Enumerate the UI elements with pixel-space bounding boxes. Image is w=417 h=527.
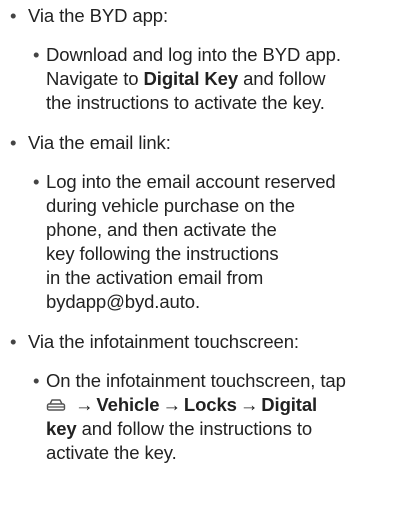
arrow-icon: → [75,394,94,415]
instruction-text: Navigate to [46,68,144,89]
menu-path-digital: Digital [261,394,318,415]
bullet: • [10,132,17,153]
instruction-line: in the activation email from [46,267,264,288]
instruction-line: Download and log into the BYD app. [46,44,341,65]
instruction-line: → Vehicle → Locks → Digital [46,393,417,417]
method-title: Via the email link: [28,132,171,153]
method-byd-app-instructions: • Download and log into the BYD app. Nav… [0,43,417,115]
menu-path-locks: Locks [183,394,237,415]
arrow-icon: → [239,394,259,415]
menu-path-vehicle: Vehicle [96,394,160,415]
menu-path-key: key [46,418,77,439]
bullet: • [33,44,40,65]
digital-key-label: Digital Key [143,68,239,89]
method-title: Via the BYD app: [28,5,168,26]
instruction-line: phone, and then activate the [46,219,277,240]
instruction-line: key and follow the instructions to [46,417,417,441]
instruction-line: Log into the email account reserved [46,171,336,192]
method-byd-app: • Via the BYD app: [0,4,417,28]
instruction-line: activate the key. [46,442,177,463]
instruction-line: during vehicle purchase on the [46,195,295,216]
bullet: • [10,5,17,26]
bullet: • [33,370,40,391]
instruction-text: and follow [238,68,326,89]
instruction-line: the instructions to activate the key. [46,92,325,113]
bullet: • [10,331,17,352]
document: • Via the BYD app: • Download and log in… [0,0,417,527]
method-infotainment: • Via the infotainment touchscreen: [0,330,417,354]
method-email-link: • Via the email link: [0,131,417,155]
instruction-line: On the infotainment touchscreen, tap [46,370,346,391]
method-email-link-instructions: • Log into the email account reserved du… [0,170,417,314]
method-infotainment-instructions: • On the infotainment touchscreen, tap →… [0,369,417,465]
method-title: Via the infotainment touchscreen: [28,331,299,352]
instruction-line: Navigate to Digital Key and follow [46,67,417,91]
instruction-line: key following the instructions [46,243,279,264]
instruction-line: bydapp@byd.auto. [46,291,200,312]
arrow-icon: → [162,394,181,415]
car-icon [46,399,66,411]
bullet: • [33,171,40,192]
instruction-text: and follow the instructions to [76,418,313,439]
